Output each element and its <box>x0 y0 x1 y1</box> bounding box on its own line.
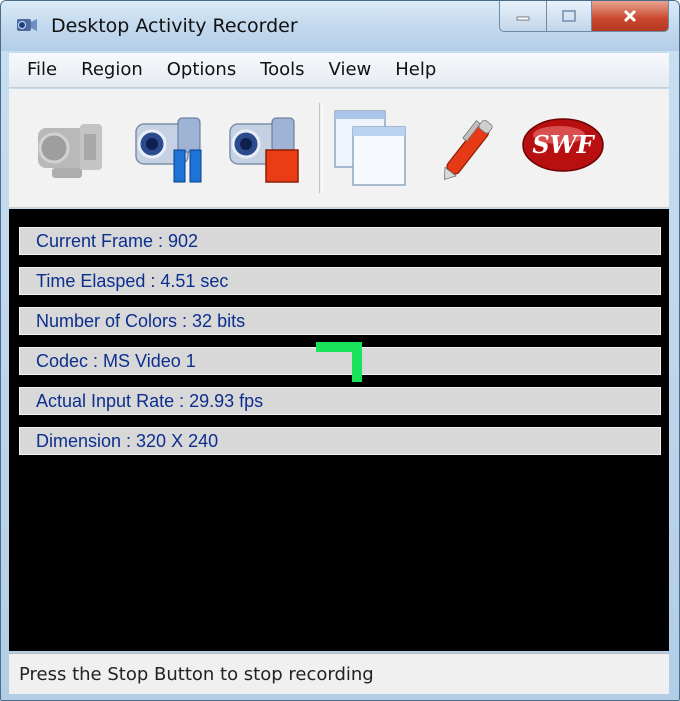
edit-button[interactable] <box>429 105 513 189</box>
codec-text: Codec : MS Video 1 <box>36 351 196 371</box>
maximize-button[interactable] <box>547 1 592 32</box>
info-number-of-colors: Number of Colors : 32 bits <box>19 307 661 335</box>
input-rate-text: Actual Input Rate : 29.93 fps <box>36 391 264 411</box>
menu-options[interactable]: Options <box>155 53 248 87</box>
menu-bar: File Region Options Tools View Help <box>9 53 669 88</box>
menu-tools[interactable]: Tools <box>248 53 316 87</box>
time-elapsed-text: Time Elasped : 4.51 sec <box>36 271 229 291</box>
pause-button[interactable] <box>127 105 211 189</box>
current-frame-text: Current Frame : 902 <box>36 231 199 251</box>
menu-help[interactable]: Help <box>383 53 448 87</box>
camcorder-app-icon <box>17 19 37 31</box>
menu-file[interactable]: File <box>9 53 69 87</box>
dimension-text: Dimension : 320 X 240 <box>36 431 219 451</box>
record-camera-button[interactable] <box>27 105 111 189</box>
toolbar-separator <box>319 103 323 193</box>
camera-stop-icon <box>229 117 299 183</box>
preview-area: Current Frame : 902 Time Elasped : 4.51 … <box>9 209 669 651</box>
swf-icon: SWF <box>522 118 604 172</box>
close-button[interactable] <box>592 1 669 32</box>
menu-view[interactable]: View <box>317 53 384 87</box>
minimize-icon <box>516 16 530 21</box>
region-corner-marker <box>316 342 362 382</box>
camera-pause-icon <box>135 117 202 183</box>
info-time-elapsed: Time Elasped : 4.51 sec <box>19 267 661 295</box>
title-bar[interactable]: Desktop Activity Recorder <box>1 1 679 51</box>
windows-button[interactable] <box>327 105 411 189</box>
swf-label: SWF <box>532 130 595 159</box>
close-icon <box>623 9 637 23</box>
info-current-frame: Current Frame : 902 <box>19 227 661 255</box>
maximize-icon <box>562 10 576 22</box>
pen-icon <box>443 119 493 181</box>
app-window: Desktop Activity Recorder File Region Op… <box>0 0 680 701</box>
info-input-rate: Actual Input Rate : 29.93 fps <box>19 387 661 415</box>
info-dimension: Dimension : 320 X 240 <box>19 427 661 455</box>
camera-disabled-icon <box>38 124 102 178</box>
menu-region[interactable]: Region <box>69 53 155 87</box>
status-text: Press the Stop Button to stop recording <box>19 664 374 685</box>
toolbar: SWF <box>9 89 669 208</box>
window-controls <box>499 1 669 32</box>
window-title: Desktop Activity Recorder <box>51 15 298 37</box>
stop-button[interactable] <box>221 105 305 189</box>
status-bar: Press the Stop Button to stop recording <box>9 653 669 694</box>
swf-button[interactable]: SWF <box>521 105 605 189</box>
minimize-button[interactable] <box>499 1 547 32</box>
number-of-colors-text: Number of Colors : 32 bits <box>36 311 246 331</box>
windows-stack-icon <box>334 110 406 186</box>
